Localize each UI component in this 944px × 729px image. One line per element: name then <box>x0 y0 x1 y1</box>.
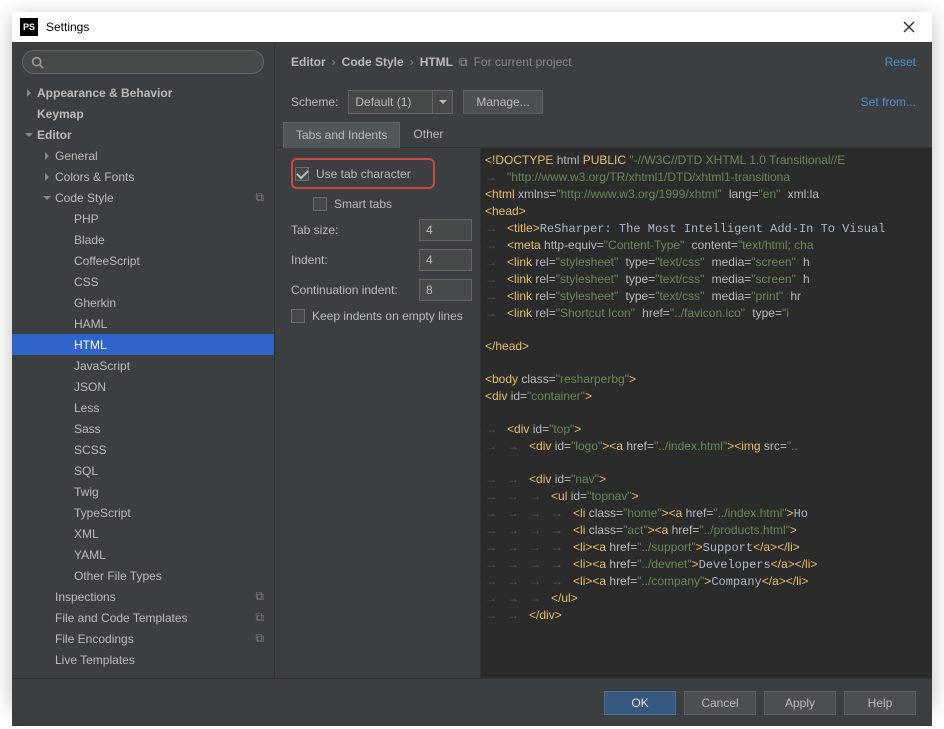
options-row: Use tab character Smart tabs Tab size: 4 <box>275 148 932 678</box>
chevron-down-icon <box>24 131 34 139</box>
tree-lang-json[interactable]: JSON <box>12 376 274 397</box>
bc-editor[interactable]: Editor <box>291 55 326 69</box>
tree-colors[interactable]: Colors & Fonts <box>12 166 274 187</box>
settings-window: PS Settings Appearance & Behavior Keymap… <box>12 12 932 705</box>
bc-html: HTML <box>420 55 453 69</box>
tree-lang-gherkin[interactable]: Gherkin <box>12 292 274 313</box>
tab-other[interactable]: Other <box>400 121 456 147</box>
right-area: Editor › Code Style › HTML ⧉ For current… <box>275 42 932 678</box>
indent-row: Indent: 4 <box>291 249 472 271</box>
checkbox-icon <box>313 197 327 211</box>
scope-icon: ⧉ <box>255 610 264 625</box>
tree-lang-twig[interactable]: Twig <box>12 481 274 502</box>
reset-link[interactable]: Reset <box>885 55 916 69</box>
checkbox-icon <box>291 309 305 323</box>
chevron-right-icon <box>24 89 34 97</box>
tab-size-input[interactable]: 4 <box>419 219 472 241</box>
tree-lang-scss[interactable]: SCSS <box>12 439 274 460</box>
indent-label: Indent: <box>291 253 413 267</box>
apply-button[interactable]: Apply <box>764 691 836 715</box>
main-area: Appearance & Behavior Keymap Editor Gene… <box>12 42 932 678</box>
settings-tree[interactable]: Appearance & Behavior Keymap Editor Gene… <box>12 82 274 678</box>
highlight-box: Use tab character <box>291 158 435 189</box>
chevron-down-icon <box>439 98 447 106</box>
bc-context: For current project <box>474 55 572 69</box>
tree-livetpl[interactable]: Live Templates <box>12 649 274 670</box>
chevron-right-icon: › <box>332 55 336 69</box>
smart-tabs-label: Smart tabs <box>334 197 392 211</box>
tree-codestyle[interactable]: Code Style⧉ <box>12 187 274 208</box>
footer: OK Cancel Apply Help <box>12 678 932 726</box>
bc-codestyle[interactable]: Code Style <box>342 55 404 69</box>
cont-label: Continuation indent: <box>291 283 413 297</box>
search-icon <box>31 56 44 69</box>
manage-button[interactable]: Manage... <box>463 90 542 114</box>
tree-lang-haml[interactable]: HAML <box>12 313 274 334</box>
indent-input[interactable]: 4 <box>419 249 472 271</box>
tree-keymap[interactable]: Keymap <box>12 103 274 124</box>
setfrom-link[interactable]: Set from... <box>861 95 916 109</box>
cancel-button[interactable]: Cancel <box>684 691 756 715</box>
scheme-row: Scheme: Default (1) Manage... Set from..… <box>275 82 932 122</box>
window-title: Settings <box>46 20 894 34</box>
tree-appearance[interactable]: Appearance & Behavior <box>12 82 274 103</box>
use-tab-char-label: Use tab character <box>316 167 411 181</box>
tree-lang-css[interactable]: CSS <box>12 271 274 292</box>
close-button[interactable] <box>894 12 924 42</box>
header-row: Editor › Code Style › HTML ⧉ For current… <box>275 42 932 82</box>
content: Appearance & Behavior Keymap Editor Gene… <box>12 42 932 726</box>
chevron-right-icon: › <box>410 55 414 69</box>
tab-size-label: Tab size: <box>291 223 413 237</box>
tree-lang-less[interactable]: Less <box>12 397 274 418</box>
use-tab-char-checkbox[interactable]: Use tab character <box>295 167 427 181</box>
tree-inspections[interactable]: Inspections⧉ <box>12 586 274 607</box>
keep-empty-checkbox[interactable]: Keep indents on empty lines <box>291 309 472 323</box>
checkbox-icon <box>295 167 309 181</box>
tree-lang-js[interactable]: JavaScript <box>12 355 274 376</box>
tree-filetpl[interactable]: File and Code Templates⧉ <box>12 607 274 628</box>
tree-lang-xml[interactable]: XML <box>12 523 274 544</box>
chevron-right-icon <box>42 152 52 160</box>
ok-button[interactable]: OK <box>604 691 676 715</box>
chevron-right-icon <box>42 173 52 181</box>
tree-lang-other[interactable]: Other File Types <box>12 565 274 586</box>
tab-size-row: Tab size: 4 <box>291 219 472 241</box>
code-preview: <!DOCTYPE html PUBLIC "-//W3C//DTD XHTML… <box>480 148 932 678</box>
breadcrumb: Editor › Code Style › HTML ⧉ For current… <box>291 55 885 70</box>
scope-icon: ⧉ <box>255 190 264 205</box>
help-button[interactable]: Help <box>844 691 916 715</box>
options-panel: Use tab character Smart tabs Tab size: 4 <box>275 148 480 678</box>
smart-tabs-checkbox[interactable]: Smart tabs <box>291 197 472 211</box>
tree-lang-php[interactable]: PHP <box>12 208 274 229</box>
keep-empty-label: Keep indents on empty lines <box>312 309 463 323</box>
app-logo: PS <box>20 18 38 36</box>
chevron-down-icon <box>42 194 52 202</box>
tree-editor[interactable]: Editor <box>12 124 274 145</box>
scope-icon: ⧉ <box>255 631 264 646</box>
tree-fileenc[interactable]: File Encodings⧉ <box>12 628 274 649</box>
tree-lang-ts[interactable]: TypeScript <box>12 502 274 523</box>
tree-lang-sql[interactable]: SQL <box>12 460 274 481</box>
cont-row: Continuation indent: 8 <box>291 279 472 301</box>
scheme-select[interactable]: Default (1) <box>348 90 433 114</box>
close-icon <box>903 21 915 33</box>
tree-lang-coffeescript[interactable]: CoffeeScript <box>12 250 274 271</box>
tree-lang-yaml[interactable]: YAML <box>12 544 274 565</box>
titlebar: PS Settings <box>12 12 932 42</box>
tab-indents[interactable]: Tabs and Indents <box>283 122 400 148</box>
scope-icon: ⧉ <box>255 589 264 604</box>
scope-icon: ⧉ <box>459 55 468 70</box>
tree-lang-sass[interactable]: Sass <box>12 418 274 439</box>
search-row <box>12 42 274 82</box>
cont-input[interactable]: 8 <box>419 279 472 301</box>
sidebar: Appearance & Behavior Keymap Editor Gene… <box>12 42 275 678</box>
tree-lang-html[interactable]: HTML <box>12 334 274 355</box>
search-input[interactable] <box>22 50 264 74</box>
tree-lang-blade[interactable]: Blade <box>12 229 274 250</box>
scheme-dropdown[interactable] <box>433 90 453 114</box>
tree-general[interactable]: General <box>12 145 274 166</box>
tabs-row: Tabs and Indents Other <box>275 122 932 148</box>
scheme-label: Scheme: <box>291 95 338 109</box>
